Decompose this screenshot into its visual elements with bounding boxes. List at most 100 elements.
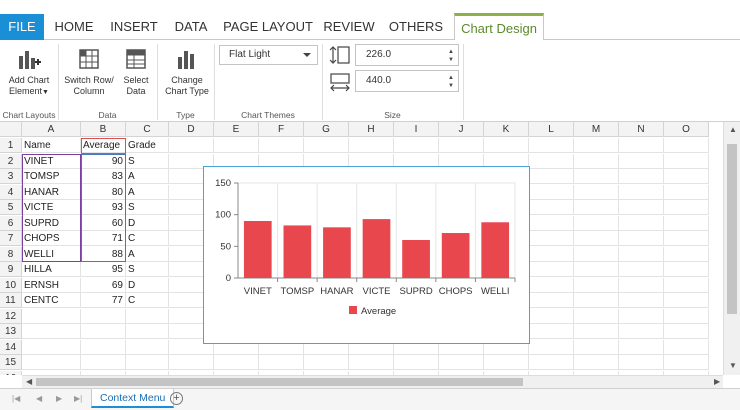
cell-b5[interactable]: 93: [81, 200, 126, 215]
cell-c3[interactable]: A: [126, 169, 169, 184]
spin-up-icon[interactable]: ▲: [448, 75, 454, 81]
cell-n1[interactable]: [619, 138, 664, 153]
cell-n14[interactable]: [619, 339, 664, 355]
column-header-h[interactable]: H: [349, 122, 394, 137]
cell-c5[interactable]: S: [126, 200, 169, 215]
tab-data[interactable]: DATA: [170, 14, 212, 40]
row-header-1[interactable]: 1: [0, 138, 22, 153]
cell-o15[interactable]: [664, 355, 709, 370]
vertical-scroll-thumb[interactable]: [727, 144, 737, 314]
vertical-scrollbar[interactable]: ▲ ▼: [723, 122, 740, 375]
cell-c12[interactable]: [126, 308, 169, 324]
next-sheet-icon[interactable]: ▶: [56, 394, 62, 403]
cell-b3[interactable]: 83: [81, 169, 126, 184]
cell-c2[interactable]: S: [126, 153, 169, 169]
row-header-6[interactable]: 6: [0, 215, 22, 231]
cell-f1[interactable]: [259, 138, 304, 153]
cell-b15[interactable]: [81, 355, 126, 370]
cell-o3[interactable]: [664, 169, 709, 184]
cell-o7[interactable]: [664, 231, 709, 246]
cell-m8[interactable]: [574, 246, 619, 262]
cell-b2[interactable]: 90: [81, 153, 126, 169]
scroll-right-icon[interactable]: ▶: [714, 378, 720, 386]
cell-n9[interactable]: [619, 262, 664, 277]
column-header-i[interactable]: I: [394, 122, 439, 137]
cell-c7[interactable]: C: [126, 231, 169, 246]
cell-n15[interactable]: [619, 355, 664, 370]
cell-a14[interactable]: [22, 339, 81, 355]
cell-o8[interactable]: [664, 246, 709, 262]
cell-h1[interactable]: [349, 138, 394, 153]
cell-o10[interactable]: [664, 277, 709, 293]
select-all-corner[interactable]: [0, 122, 22, 137]
tab-page-layout[interactable]: PAGE LAYOUT: [222, 14, 314, 40]
cell-a2[interactable]: VINET: [22, 153, 81, 169]
cell-c10[interactable]: D: [126, 277, 169, 293]
cell-b7[interactable]: 71: [81, 231, 126, 246]
cell-j15[interactable]: [439, 355, 484, 370]
cell-n11[interactable]: [619, 293, 664, 308]
cell-e1[interactable]: [214, 138, 259, 153]
cell-f15[interactable]: [259, 355, 304, 370]
cell-b12[interactable]: [81, 308, 126, 324]
column-header-l[interactable]: L: [529, 122, 574, 137]
switch-row-column-button[interactable]: Switch Row/ Column: [62, 48, 116, 97]
cell-b13[interactable]: [81, 324, 126, 339]
cell-n4[interactable]: [619, 184, 664, 200]
cell-o12[interactable]: [664, 308, 709, 324]
column-header-m[interactable]: M: [574, 122, 619, 137]
cell-a8[interactable]: WELLI: [22, 246, 81, 262]
add-chart-element-button[interactable]: Add Chart Element▼: [4, 48, 54, 98]
add-sheet-icon[interactable]: +: [170, 392, 183, 405]
cell-l15[interactable]: [529, 355, 574, 370]
cell-o9[interactable]: [664, 262, 709, 277]
cell-m1[interactable]: [574, 138, 619, 153]
row-header-7[interactable]: 7: [0, 231, 22, 246]
cell-m5[interactable]: [574, 200, 619, 215]
cell-b10[interactable]: 69: [81, 277, 126, 293]
cell-k1[interactable]: [484, 138, 529, 153]
cell-n8[interactable]: [619, 246, 664, 262]
prev-sheet-icon[interactable]: ◀: [36, 394, 42, 403]
column-header-g[interactable]: G: [304, 122, 349, 137]
cell-c14[interactable]: [126, 339, 169, 355]
cell-l5[interactable]: [529, 200, 574, 215]
tab-others[interactable]: OTHERS: [386, 14, 446, 40]
cell-o2[interactable]: [664, 153, 709, 169]
chart-theme-dropdown[interactable]: Flat Light: [219, 45, 318, 65]
cell-c4[interactable]: A: [126, 184, 169, 200]
cell-h15[interactable]: [349, 355, 394, 370]
cell-l13[interactable]: [529, 324, 574, 339]
cell-m4[interactable]: [574, 184, 619, 200]
cell-n5[interactable]: [619, 200, 664, 215]
select-data-button[interactable]: Select Data: [118, 48, 154, 97]
cell-j1[interactable]: [439, 138, 484, 153]
cell-o6[interactable]: [664, 215, 709, 231]
cell-l2[interactable]: [529, 153, 574, 169]
cell-l12[interactable]: [529, 308, 574, 324]
chart-width-input[interactable]: 440.0 ▲ ▼: [355, 70, 459, 92]
row-header-4[interactable]: 4: [0, 184, 22, 200]
cell-o5[interactable]: [664, 200, 709, 215]
column-header-b[interactable]: B: [81, 122, 126, 137]
cell-m13[interactable]: [574, 324, 619, 339]
cell-m12[interactable]: [574, 308, 619, 324]
column-header-f[interactable]: F: [259, 122, 304, 137]
cell-n6[interactable]: [619, 215, 664, 231]
scroll-left-icon[interactable]: ◀: [26, 378, 32, 386]
cell-n10[interactable]: [619, 277, 664, 293]
scroll-down-icon[interactable]: ▼: [729, 362, 737, 370]
cell-m11[interactable]: [574, 293, 619, 308]
cell-m6[interactable]: [574, 215, 619, 231]
spin-up-icon[interactable]: ▲: [448, 49, 454, 55]
row-header-15[interactable]: 15: [0, 355, 22, 370]
row-header-12[interactable]: 12: [0, 308, 22, 324]
cell-l4[interactable]: [529, 184, 574, 200]
cell-l8[interactable]: [529, 246, 574, 262]
cell-c11[interactable]: C: [126, 293, 169, 308]
cell-a12[interactable]: [22, 308, 81, 324]
cell-o13[interactable]: [664, 324, 709, 339]
tab-review[interactable]: REVIEW: [322, 14, 376, 40]
cell-c1[interactable]: Grade: [126, 138, 169, 153]
cell-m10[interactable]: [574, 277, 619, 293]
